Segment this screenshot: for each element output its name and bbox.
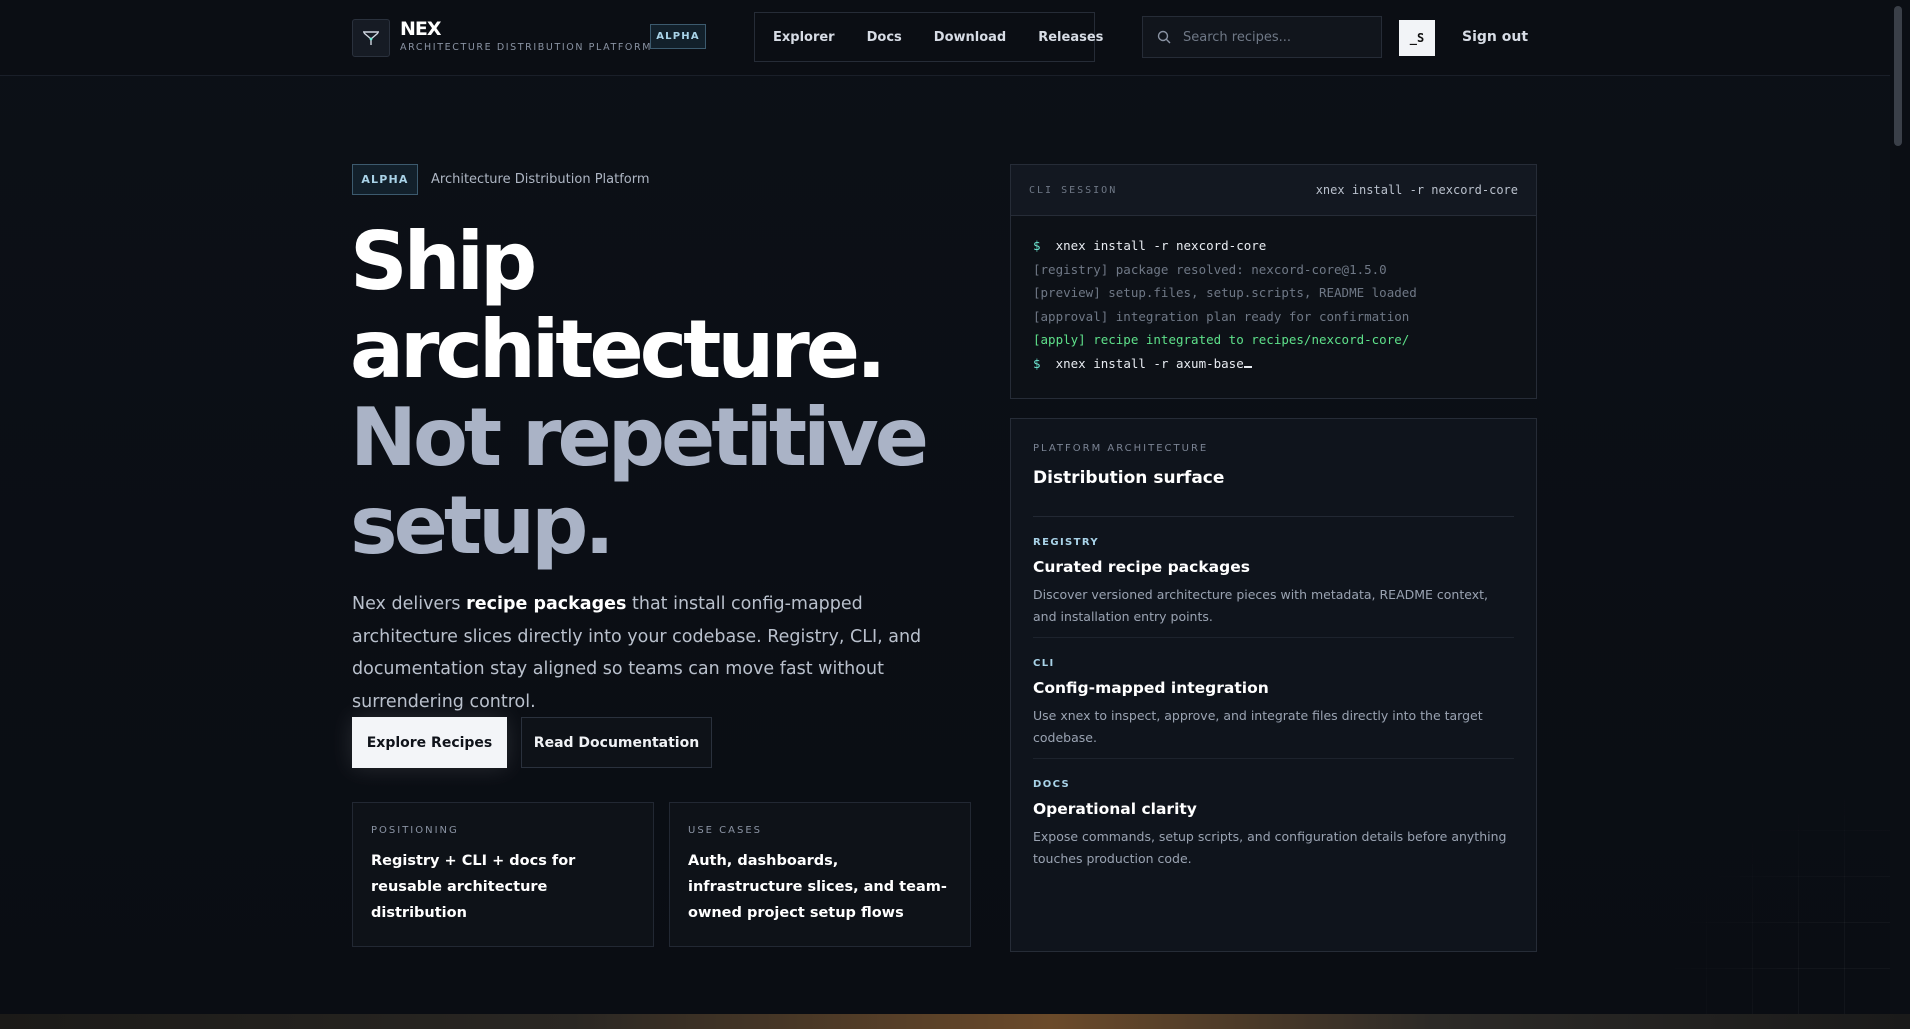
terminal-label: CLI SESSION (1029, 184, 1118, 196)
hero-badge-text: Architecture Distribution Platform (431, 172, 650, 187)
nav-download[interactable]: Download (934, 30, 1006, 45)
terminal-header: CLI SESSION xnex install -r nexcord-core (1011, 165, 1536, 216)
item-title: Curated recipe packages (1033, 558, 1250, 576)
prompt-symbol: $ (1033, 355, 1041, 371)
hero-title-line: Not repetitive (350, 391, 929, 484)
card-body: Auth, dashboards, infrastructure slices,… (688, 853, 947, 921)
main-nav: Explorer Docs Download Releases (754, 12, 1103, 62)
taskbar-strip (0, 1014, 1910, 1029)
scrollbar-track[interactable] (1890, 0, 1910, 1014)
arch-label: PLATFORM ARCHITECTURE (1033, 443, 1209, 454)
nav-explorer[interactable]: Explorer (773, 30, 835, 45)
terminal-line: $ xnex install -r nexcord-core (1033, 234, 1514, 258)
nav-docs[interactable]: Docs (867, 30, 902, 45)
logo-icon[interactable] (352, 19, 390, 57)
top-header: NEX ARCHITECTURE DISTRIBUTION PLATFORM A… (0, 0, 1890, 76)
hero-title-line: Ship (350, 215, 537, 308)
search-box[interactable] (1142, 16, 1382, 58)
arch-item-cli: CLI Config-mapped integration Use xnex t… (1033, 638, 1514, 759)
item-title: Operational clarity (1033, 800, 1197, 818)
platform-architecture-panel: PLATFORM ARCHITECTURE Distribution surfa… (1010, 418, 1537, 952)
card-label: POSITIONING (371, 825, 459, 836)
arch-item-docs: DOCS Operational clarity Expose commands… (1033, 759, 1514, 880)
nav-releases[interactable]: Releases (1038, 30, 1103, 45)
search-icon (1157, 30, 1171, 44)
card-label: USE CASES (688, 825, 763, 836)
hero-title-line: setup. (350, 479, 615, 572)
hero-description: Nex delivers recipe packages that instal… (352, 588, 972, 718)
explore-recipes-button[interactable]: Explore Recipes (352, 717, 507, 768)
item-tag: CLI (1033, 658, 1055, 669)
hero-title-line: architecture. (350, 303, 886, 396)
read-documentation-button[interactable]: Read Documentation (521, 717, 712, 768)
grid-decoration (1660, 784, 1890, 1014)
hero-alpha-badge: ALPHA (352, 164, 418, 195)
terminal-line: $ xnex install -r axum-base (1033, 352, 1514, 376)
terminal-line: [registry] package resolved: nexcord-cor… (1033, 261, 1387, 277)
arch-title: Distribution surface (1033, 468, 1225, 488)
terminal-line: [preview] setup.files, setup.scripts, RE… (1033, 285, 1417, 300)
brand-name[interactable]: NEX (400, 18, 442, 40)
terminal-command: xnex install -r nexcord-core (1055, 238, 1267, 253)
terminal-line: [approval] integration plan ready for co… (1033, 308, 1410, 324)
card-body: Registry + CLI + docs for reusable archi… (371, 853, 576, 921)
search-input[interactable] (1181, 28, 1365, 46)
terminal-body: $ xnex install -r nexcord-core [registry… (1011, 216, 1536, 375)
terminal-line: [apply] recipe integrated to recipes/nex… (1033, 332, 1410, 347)
hero-title: Ship architecture. Not repetitive setup. (350, 215, 929, 572)
desc-highlight: recipe packages (466, 594, 627, 614)
sign-out-link[interactable]: Sign out (1462, 29, 1528, 45)
prompt-symbol: $ (1033, 238, 1041, 253)
positioning-card: POSITIONING Registry + CLI + docs for re… (352, 802, 654, 947)
cursor-icon (1243, 365, 1252, 368)
alpha-badge: ALPHA (650, 24, 706, 49)
terminal-command: xnex install -r axum-base (1055, 355, 1244, 371)
item-tag: REGISTRY (1033, 537, 1100, 548)
brand-subtitle: ARCHITECTURE DISTRIBUTION PLATFORM (400, 42, 652, 53)
item-description: Use xnex to inspect, approve, and integr… (1033, 708, 1483, 745)
arch-item-registry: REGISTRY Curated recipe packages Discove… (1033, 517, 1514, 638)
desc-text: Nex delivers (352, 594, 467, 614)
user-avatar[interactable]: _S (1399, 20, 1435, 56)
scrollbar-thumb[interactable] (1894, 6, 1902, 146)
use-cases-card: USE CASES Auth, dashboards, infrastructu… (669, 802, 971, 947)
item-title: Config-mapped integration (1033, 679, 1269, 697)
cli-session-panel: CLI SESSION xnex install -r nexcord-core… (1010, 164, 1537, 399)
item-description: Expose commands, setup scripts, and conf… (1033, 829, 1507, 866)
item-description: Discover versioned architecture pieces w… (1033, 587, 1488, 624)
terminal-header-command: xnex install -r nexcord-core (1315, 183, 1518, 197)
item-tag: DOCS (1033, 779, 1071, 790)
